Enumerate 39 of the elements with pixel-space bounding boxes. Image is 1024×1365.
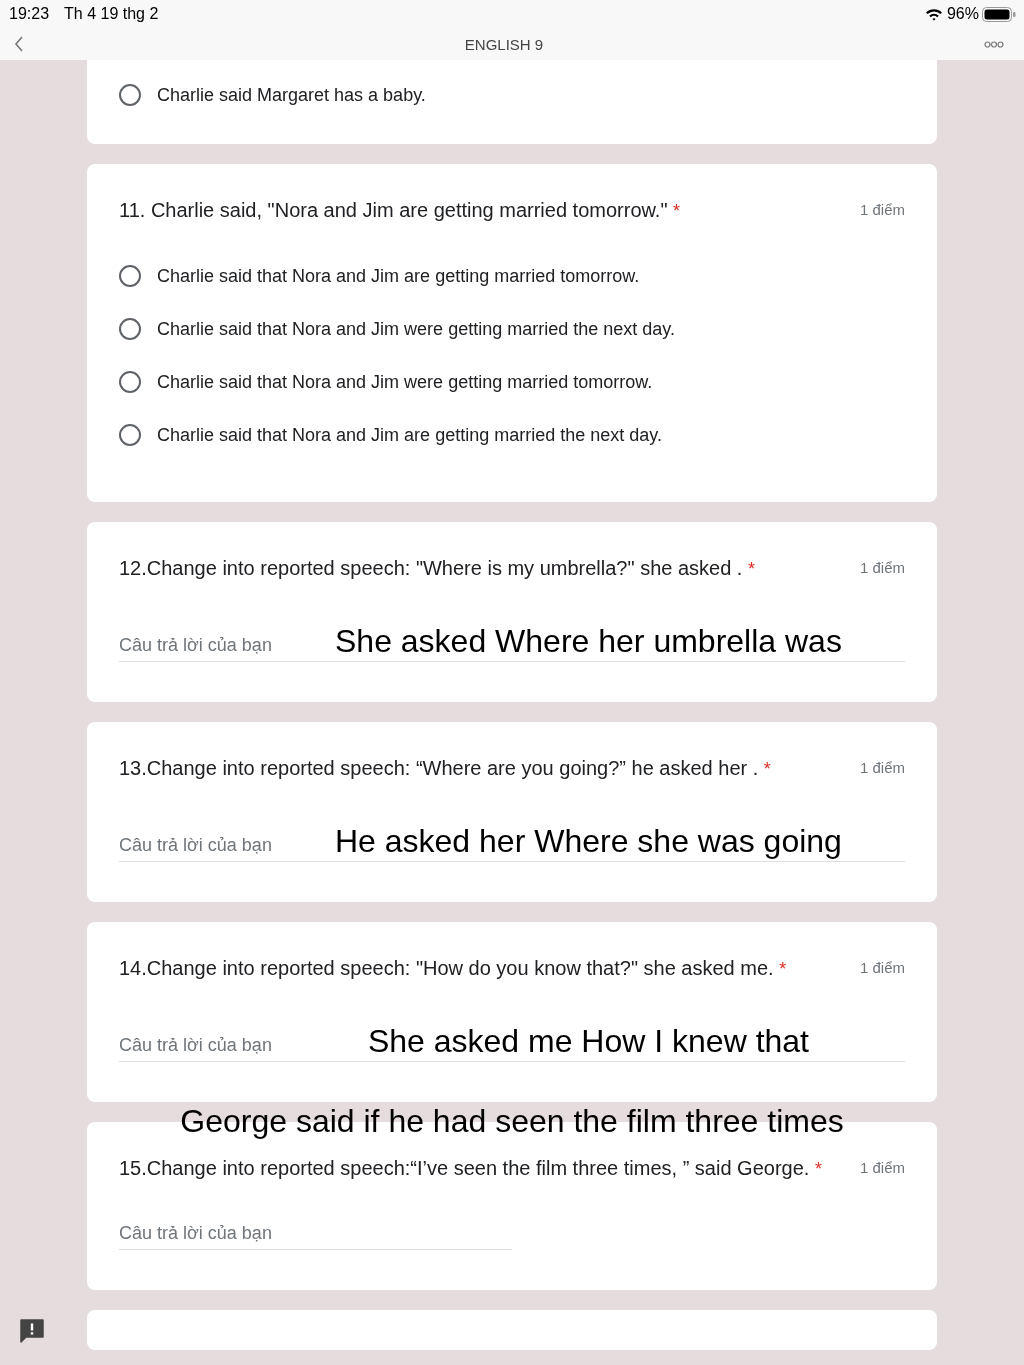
radio-button[interactable] (119, 424, 141, 446)
question-title: 13.Change into reported speech: “Where are you going?” he asked her . (119, 757, 759, 779)
question-title: 12.Change into reported speech: "Where is my umbrella?" she asked . (119, 557, 743, 579)
answer-field[interactable]: Câu trả lời của bạn She asked me How I knew that (119, 1023, 905, 1062)
option-label[interactable]: Charlie said Margaret has a baby. (157, 80, 426, 110)
question-title: 11. Charlie said, "Nora and Jim are getting married tomorrow." (119, 199, 668, 221)
question-title: 15.Change into reported speech:“I’ve seen the film three times, ” said George. (119, 1157, 810, 1179)
wifi-icon (924, 7, 943, 21)
points-label: 1 điểm (859, 200, 905, 220)
radio-button[interactable] (119, 84, 141, 106)
option-label[interactable]: Charlie said that Nora and Jim are getting married tomorrow. (157, 261, 640, 291)
answer-field[interactable]: Câu trả lời của bạn He asked her Where she was going (119, 823, 905, 862)
option-label[interactable]: Charlie said that Nora and Jim were getting married the next day. (157, 314, 675, 344)
more-icon[interactable] (984, 40, 1004, 48)
radio-button[interactable] (119, 318, 141, 340)
option-label[interactable]: Charlie said that Nora and Jim are getting married the next day. (157, 420, 662, 450)
back-icon[interactable] (14, 36, 24, 52)
points-label: 1 điểm (859, 958, 905, 978)
required-mark: * (748, 559, 755, 579)
required-mark: * (763, 759, 771, 779)
required-mark: * (779, 959, 787, 979)
page-title: ENGLISH 9 (464, 35, 544, 53)
points-label: 1 điểm (859, 1158, 905, 1178)
battery-percent: 96% (946, 5, 979, 23)
battery-icon (982, 6, 1016, 22)
answer-field[interactable]: Câu trả lời của bạn She asked Where her umbrella was (119, 623, 905, 662)
question-title: 14.Change into reported speech: "How do you know that?" she asked me. (119, 957, 774, 979)
radio-button[interactable] (119, 265, 141, 287)
handwritten-answer: George said if he had seen the film three times (179, 1102, 845, 1140)
radio-button[interactable] (119, 371, 141, 393)
points-label: 1 điểm (859, 558, 905, 578)
points-label: 1 điểm (859, 758, 905, 778)
required-mark: * (673, 201, 681, 221)
status-time: 19:23 (9, 5, 50, 23)
answer-field[interactable]: Câu trả lời của bạn (119, 1223, 512, 1250)
option-label[interactable]: Charlie said that Nora and Jim were getting married tomorrow. (157, 367, 653, 397)
status-date: Th 4 19 thg 2 (64, 5, 159, 23)
required-mark: * (814, 1159, 822, 1179)
feedback-icon[interactable] (18, 1317, 46, 1345)
